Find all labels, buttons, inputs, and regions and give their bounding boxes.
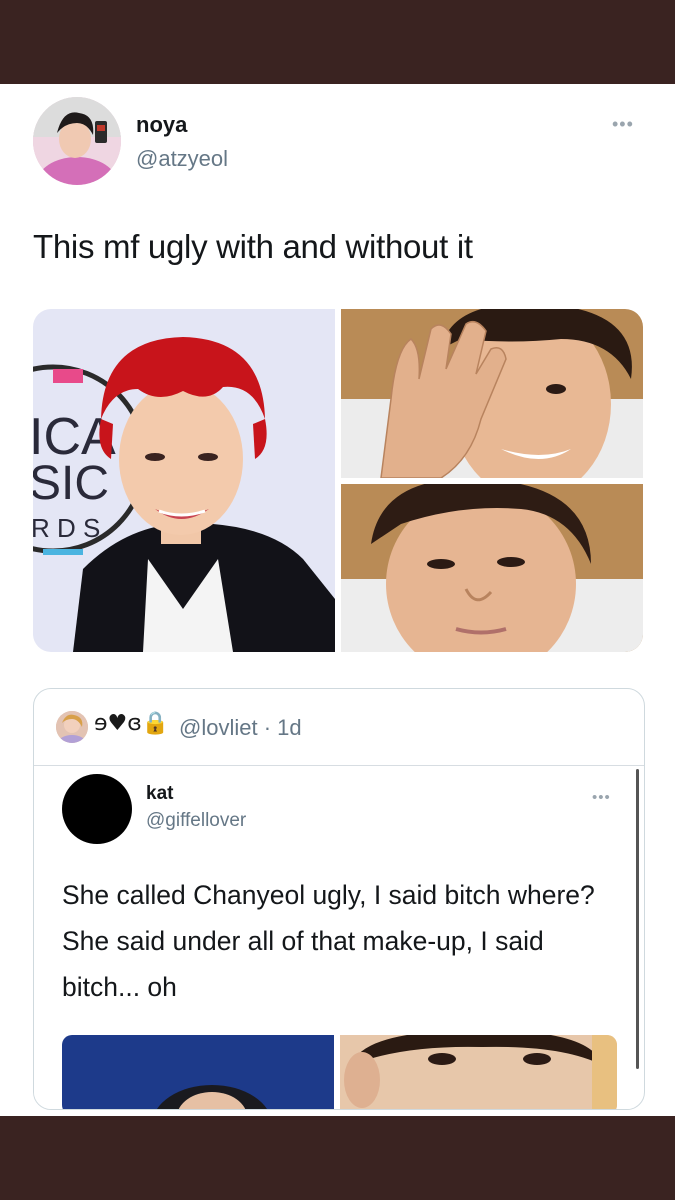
tweet-text: This mf ugly with and without it [33,228,473,265]
more-options-icon[interactable]: ••• [612,114,634,135]
embedded-display-name: kat [146,783,174,804]
embedded-handle: @giffellover [146,810,247,831]
embedded-more-icon: ••• [592,789,611,806]
quoted-avatar[interactable] [56,711,88,743]
embedded-media [62,1035,617,1109]
display-name[interactable]: noya [136,112,187,138]
embedded-tweet-text: She called Chanyeol ugly, I said bitch w… [62,880,595,1002]
background-sign-text-2: SIC [33,457,109,510]
photo-red-hair-event[interactable]: ICA SIC R D S [33,309,335,652]
quoted-display-name[interactable]: ɘ♥ɞ🔒 [94,711,169,736]
quoted-handle-time[interactable]: @lovliet · 1d [179,715,302,741]
top-frame-bar [0,0,675,84]
background-sign-text-3: R D S [33,513,100,543]
user-handle[interactable]: @atzyeol [136,146,228,172]
profile-avatar[interactable] [33,97,121,185]
quoted-tweet[interactable]: ɘ♥ɞ🔒 @lovliet · 1d kat @giffellover ••• … [33,688,645,1110]
embedded-avatar [62,774,132,844]
tweet-media-grid: ICA SIC R D S [33,309,643,652]
bottom-frame-bar [0,1116,675,1200]
photo-lying-in-bed[interactable] [341,484,643,652]
photo-hand-over-face[interactable] [341,309,643,478]
scrollbar-indicator [636,769,639,1069]
